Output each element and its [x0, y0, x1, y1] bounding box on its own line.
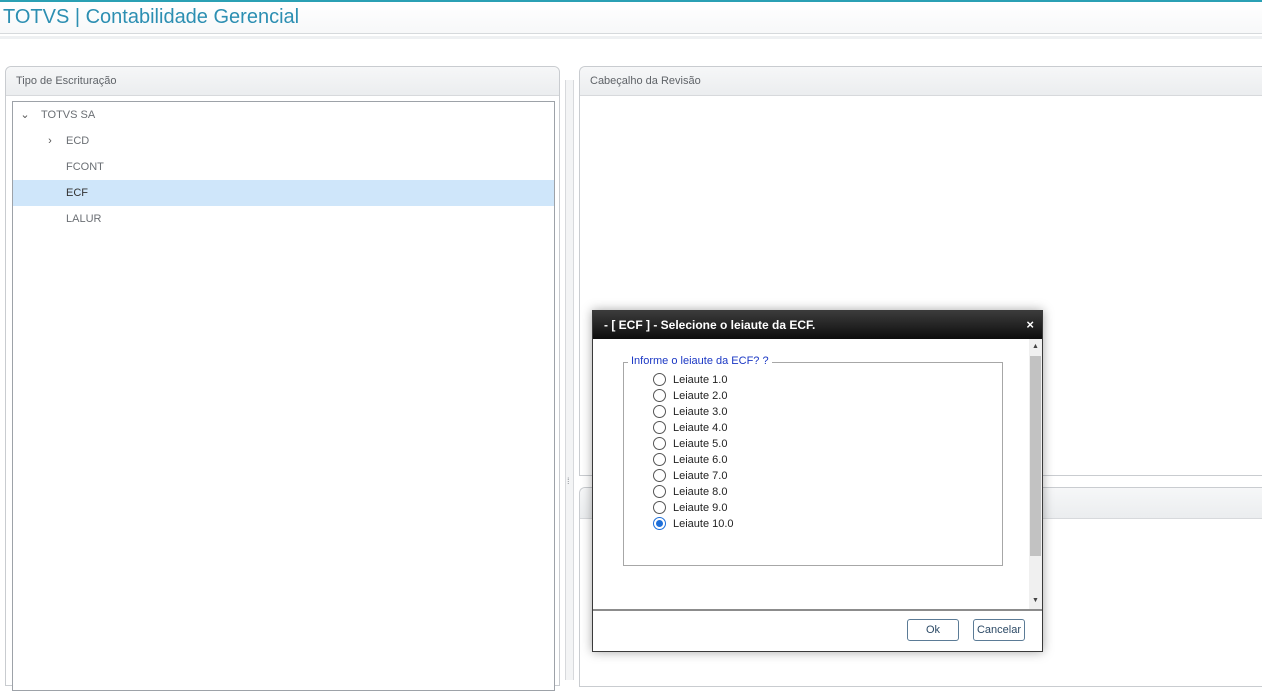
tree-item-ecd[interactable]: › ECD [13, 128, 554, 154]
radio-unchecked[interactable] [653, 437, 666, 450]
radio-label: Leiaute 6.0 [673, 454, 728, 466]
tree-item-label: TOTVS SA [41, 109, 96, 121]
dialog-titlebar: - [ ECF ] - Selecione o leiaute da ECF. … [593, 311, 1042, 339]
radio-unchecked[interactable] [653, 501, 666, 514]
radio-label: Leiaute 4.0 [673, 422, 728, 434]
radio-label: Leiaute 10.0 [673, 518, 734, 530]
tree-item-label: LALUR [66, 213, 102, 225]
tree-item-label: ECF [66, 187, 88, 199]
radio-label: Leiaute 3.0 [673, 406, 728, 418]
radio-label: Leiaute 7.0 [673, 470, 728, 482]
radio-label: Leiaute 5.0 [673, 438, 728, 450]
scroll-down-icon[interactable]: ▼ [1029, 595, 1042, 607]
ok-button[interactable]: Ok [907, 619, 959, 641]
escrituracao-panel-title: Tipo de Escrituração [6, 67, 559, 96]
radio-label: Leiaute 1.0 [673, 374, 728, 386]
radio-unchecked[interactable] [653, 453, 666, 466]
leiaute-fieldset: Informe o leiaute da ECF? ? Leiaute 1.0 L… [623, 355, 1003, 566]
radio-dot [656, 520, 663, 527]
dialog-scrollbar[interactable]: ▲ ▼ [1029, 339, 1042, 609]
app-header: TOTVS | Contabilidade Gerencial [0, 0, 1262, 34]
escrituracao-tree: ⌄ TOTVS SA › ECD FCONT ECF LALUR [12, 101, 555, 691]
splitter-grip-icon[interactable]: ⁞ [567, 476, 570, 486]
scroll-up-icon[interactable]: ▲ [1029, 341, 1042, 353]
panel-splitter[interactable]: ⁞ [565, 80, 574, 680]
escrituracao-panel: Tipo de Escrituração ⌄ TOTVS SA › ECD FCONT E… [5, 66, 560, 691]
cancel-button[interactable]: Cancelar [973, 619, 1025, 641]
chevron-right-icon[interactable]: › [44, 128, 56, 154]
tree-item-label: FCONT [66, 161, 104, 173]
dialog-divider [593, 609, 1042, 611]
radio-unchecked[interactable] [653, 373, 666, 386]
radio-unchecked[interactable] [653, 469, 666, 482]
dialog-title: - [ ECF ] - Selecione o leiaute da ECF. [604, 318, 816, 332]
radio-unchecked[interactable] [653, 421, 666, 434]
app-title: TOTVS | Contabilidade Gerencial [3, 6, 300, 28]
chevron-down-icon[interactable]: ⌄ [19, 102, 31, 128]
leiaute-dialog: - [ ECF ] - Selecione o leiaute da ECF. … [592, 310, 1043, 652]
tree-item-ecf[interactable]: ECF [13, 180, 554, 206]
radio-checked[interactable] [653, 517, 666, 530]
close-icon[interactable]: × [1026, 317, 1034, 332]
radio-label: Leiaute 9.0 [673, 502, 728, 514]
radio-unchecked[interactable] [653, 389, 666, 402]
tree-item-totvs-sa[interactable]: ⌄ TOTVS SA [13, 102, 554, 128]
header-separator [0, 36, 1262, 39]
tree-item-fcont[interactable]: FCONT [13, 154, 554, 180]
radio-label: Leiaute 2.0 [673, 390, 728, 402]
scroll-thumb[interactable] [1030, 356, 1041, 556]
dialog-body: Informe o leiaute da ECF? ? Leiaute 1.0 L… [593, 339, 1042, 609]
tree-item-label: ECD [66, 135, 90, 147]
radio-unchecked[interactable] [653, 405, 666, 418]
tree-item-lalur[interactable]: LALUR [13, 206, 554, 232]
fieldset-legend: Informe o leiaute da ECF? ? [628, 355, 772, 367]
revisao-header-panel-title: Cabeçalho da Revisão [580, 67, 1262, 96]
radio-label: Leiaute 8.0 [673, 486, 728, 498]
radio-unchecked[interactable] [653, 485, 666, 498]
